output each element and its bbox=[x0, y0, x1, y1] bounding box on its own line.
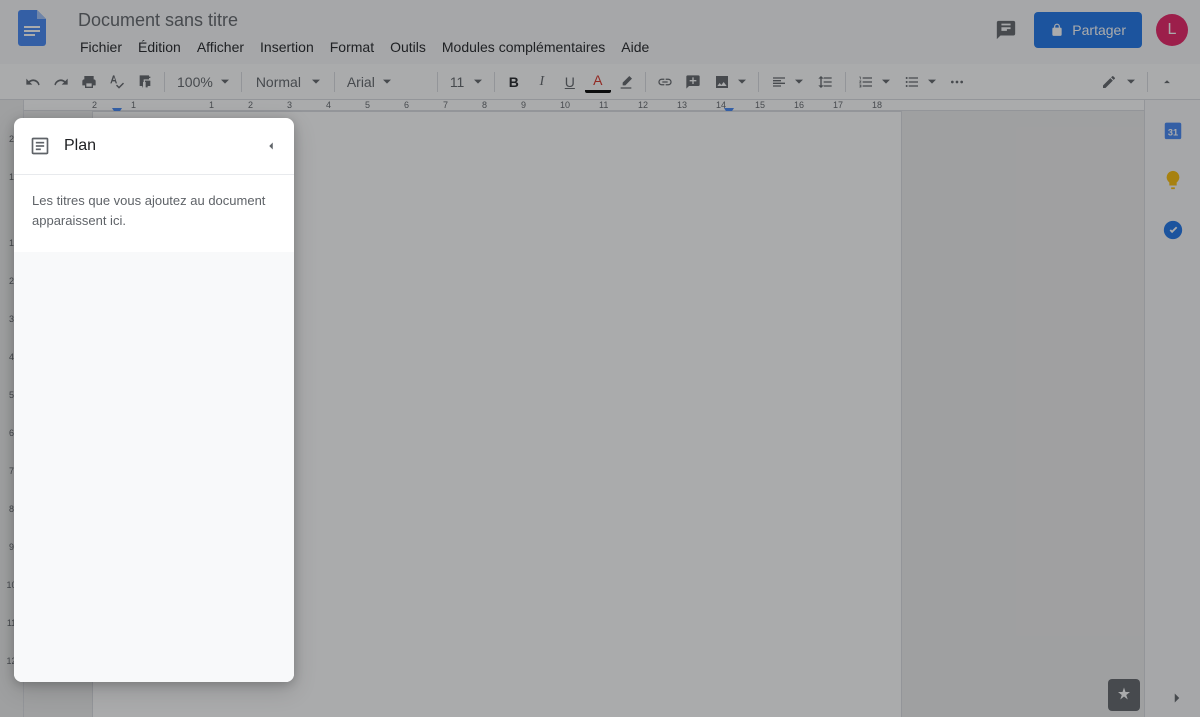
outline-title: Plan bbox=[64, 137, 250, 155]
outline-body-area bbox=[14, 252, 294, 682]
outline-icon bbox=[30, 136, 50, 156]
outline-header: Plan bbox=[14, 118, 294, 175]
outline-empty-message: Les titres que vous ajoutez au document … bbox=[14, 175, 294, 252]
outline-panel: Plan Les titres que vous ajoutez au docu… bbox=[14, 118, 294, 682]
chevron-left-icon bbox=[264, 139, 278, 153]
collapse-outline-button[interactable] bbox=[264, 139, 278, 153]
